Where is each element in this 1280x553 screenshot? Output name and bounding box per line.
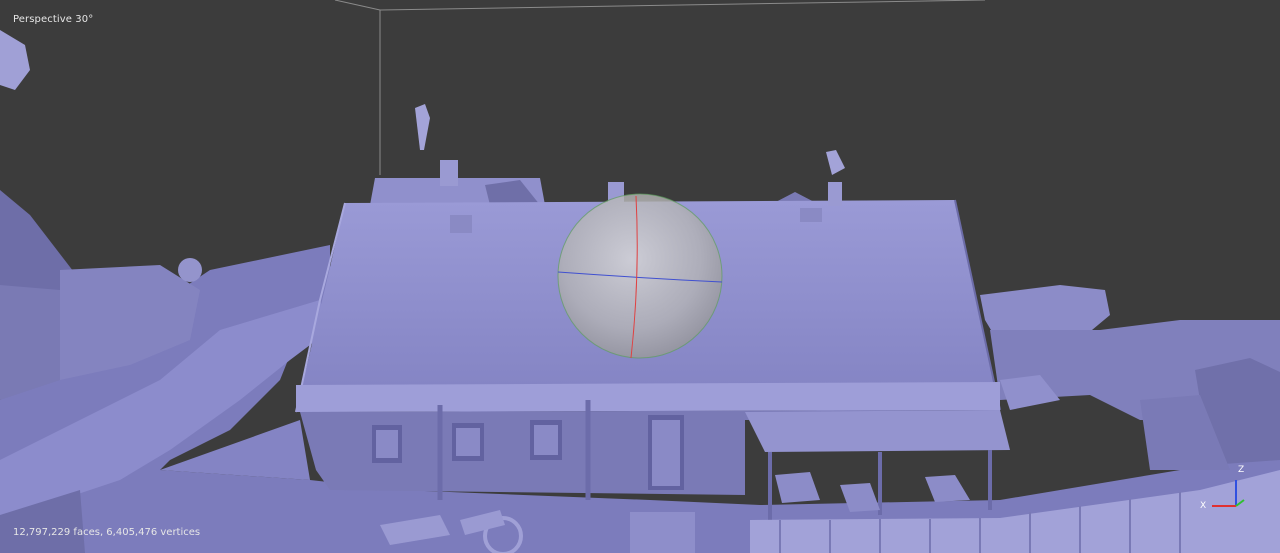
- left-building-mesh: [0, 30, 202, 400]
- axis-gizmo-icon[interactable]: Z X: [1200, 462, 1252, 514]
- projection-label: Perspective 30°: [13, 14, 94, 25]
- svg-text:Z: Z: [1238, 465, 1244, 475]
- mesh-scene[interactable]: [0, 0, 1280, 553]
- rotation-trackball-icon[interactable]: [557, 193, 723, 359]
- bounding-box: [334, 0, 986, 175]
- mesh-stats: 12,797,229 faces, 6,405,476 vertices: [13, 527, 201, 538]
- 3d-viewport[interactable]: Perspective 30° 12,797,229 faces, 6,405,…: [0, 0, 1280, 553]
- svg-text:X: X: [1200, 501, 1206, 511]
- right-terrain-mesh: [980, 285, 1280, 470]
